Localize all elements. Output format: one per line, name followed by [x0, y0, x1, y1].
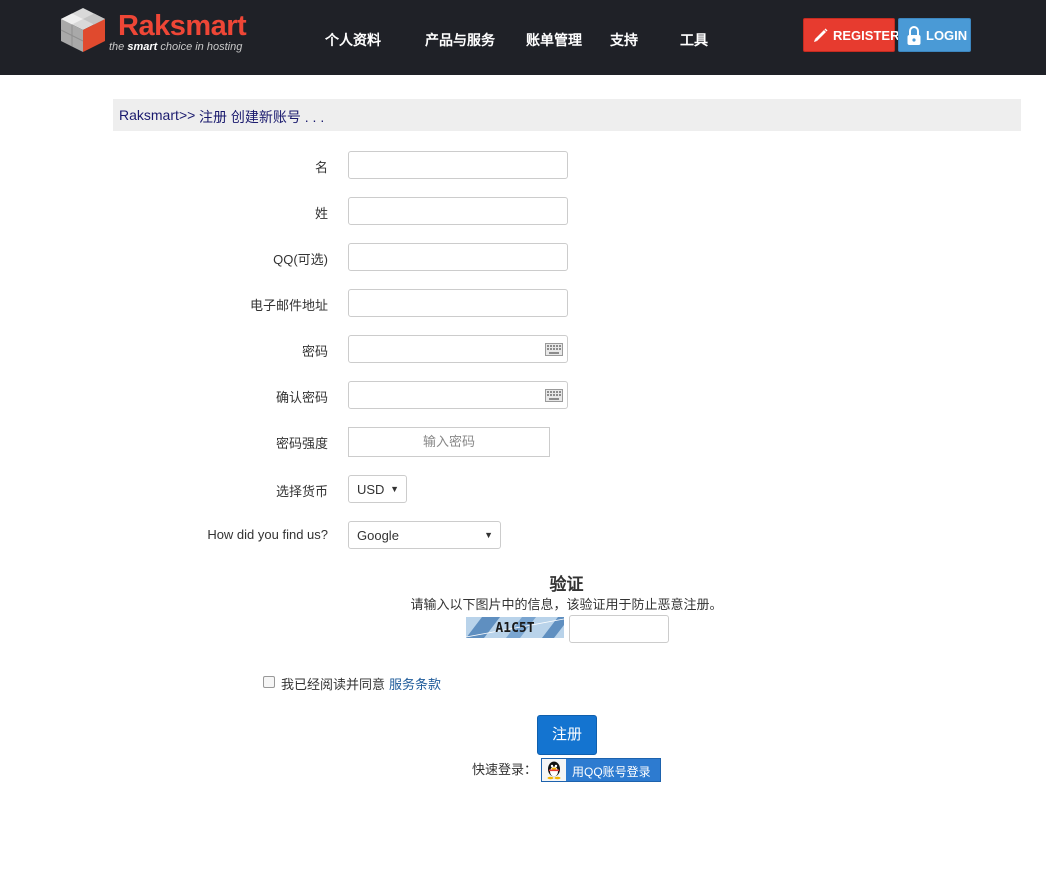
password-strength-meter: 输入密码 [348, 427, 550, 457]
quick-login-label: 快速登录： [472, 762, 538, 777]
breadcrumb-current: 注册 创建新账号 . . . [199, 109, 325, 125]
confirm-password-label: 确认密码 [275, 390, 328, 405]
first-name-input[interactable] [348, 151, 568, 179]
last-name-label: 姓 [314, 206, 328, 221]
nav-item-billing[interactable]: 账单管理 [526, 30, 582, 50]
breadcrumb: Raksmart >> 注册 创建新账号 . . . [113, 99, 1021, 131]
referral-source-select[interactable]: Google ▼ [348, 521, 501, 549]
confirm-password-input[interactable] [348, 381, 568, 409]
keyboard-icon[interactable] [545, 343, 563, 356]
qq-label: QQ(可选) [273, 252, 328, 267]
brand-tagline: the smart choice in hosting [109, 41, 243, 53]
nav-item-profile[interactable]: 个人资料 [325, 30, 381, 50]
padlock-icon [907, 26, 921, 45]
referral-source-value: Google [357, 528, 399, 543]
email-input[interactable] [348, 289, 568, 317]
email-label: 电子邮件地址 [249, 298, 328, 313]
currency-value: USD [357, 482, 385, 497]
top-navbar: Raksmart the smart choice in hosting 个人资… [0, 0, 1046, 75]
password-label: 密码 [301, 344, 328, 359]
keyboard-icon[interactable] [545, 389, 563, 402]
currency-select[interactable]: USD ▼ [348, 475, 407, 503]
captcha-image[interactable]: A1C5T [466, 617, 564, 638]
breadcrumb-home[interactable]: Raksmart [119, 107, 179, 123]
password-strength-label: 密码强度 [275, 436, 328, 451]
last-name-input[interactable] [348, 197, 568, 225]
brand-name: Raksmart [118, 10, 247, 42]
register-button[interactable]: REGISTER [803, 18, 899, 52]
verification-description: 请输入以下图片中的信息，该验证用于防止恶意注册。 [410, 597, 723, 612]
currency-label: 选择货币 [275, 484, 328, 499]
cube-logo-icon [60, 8, 105, 52]
dropdown-arrow-icon: ▼ [390, 484, 399, 494]
captcha-text: A1C5T [495, 621, 534, 636]
qq-input[interactable] [348, 243, 568, 271]
first-name-label: 名 [314, 160, 328, 175]
dropdown-arrow-icon: ▼ [484, 530, 493, 540]
qq-penguin-icon [542, 759, 566, 781]
raksmart-logo[interactable]: Raksmart the smart choice in hosting [58, 6, 248, 56]
register-submit-button[interactable]: 注册 [537, 715, 597, 755]
register-label: REGISTER [833, 28, 900, 43]
source-label: How did you find us? [207, 527, 328, 542]
login-button[interactable]: LOGIN [898, 18, 971, 52]
captcha-input[interactable] [569, 615, 669, 643]
pencil-icon [814, 28, 828, 42]
terms-of-service-link[interactable]: 服务条款 [389, 674, 441, 693]
terms-checkbox[interactable] [263, 676, 275, 688]
breadcrumb-separator: >> [179, 107, 196, 123]
nav-item-tools[interactable]: 工具 [680, 30, 708, 50]
qq-login-label: 用QQ账号登录 [572, 765, 651, 779]
terms-text: 我已经阅读并同意 [281, 677, 386, 692]
nav-item-products[interactable]: 产品与服务 [425, 30, 495, 50]
verification-title: 验证 [549, 575, 584, 594]
nav-item-support[interactable]: 支持 [610, 30, 638, 50]
password-input[interactable] [348, 335, 568, 363]
login-label: LOGIN [926, 28, 968, 43]
qq-login-button[interactable]: 用QQ账号登录 [541, 758, 661, 782]
